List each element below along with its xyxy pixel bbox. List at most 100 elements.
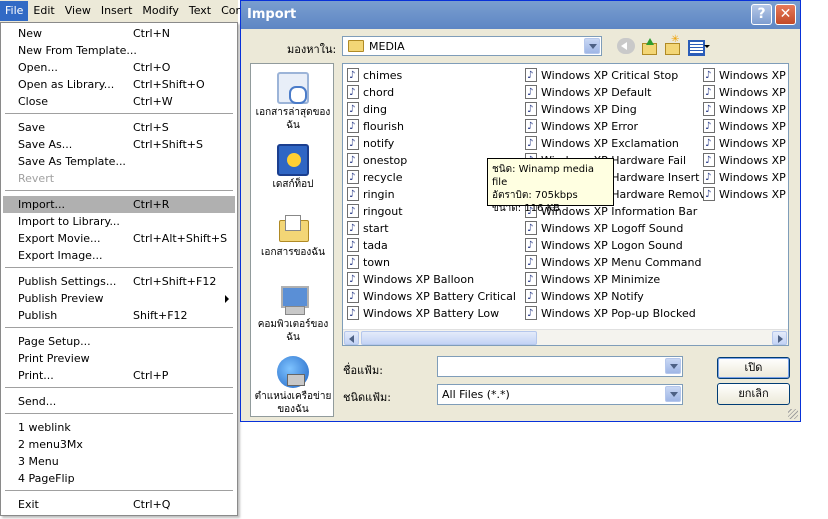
file-name: Windows XP Exclamation [541, 137, 679, 150]
tooltip-type: ชนิด: Winamp media file [492, 164, 594, 188]
file-name: notify [363, 137, 395, 150]
file-name: Windows XP Pri [719, 69, 788, 82]
menu-item-export-movie[interactable]: Export Movie... Ctrl+Alt+Shift+S [3, 230, 235, 247]
place-recent-documents[interactable]: เอกสารล่าสุดของฉัน [251, 72, 335, 132]
file-name: flourish [363, 120, 404, 133]
chevron-down-icon[interactable] [584, 38, 600, 54]
menu-item-shortcut: Ctrl+P [133, 369, 169, 382]
menu-item-label: Publish [18, 309, 58, 322]
audio-file-icon [347, 220, 359, 237]
menu-text[interactable]: Text [184, 1, 216, 21]
menu-separator [5, 267, 233, 268]
resize-grip-icon[interactable] [788, 409, 798, 419]
look-in-label: มองหาใน: [287, 43, 337, 56]
menu-item-shortcut: Shift+F12 [133, 309, 188, 322]
menu-item-exit[interactable]: Exit Ctrl+Q [3, 496, 235, 513]
scroll-left-icon[interactable] [344, 331, 359, 345]
menu-item-shortcut: Ctrl+Shift+S [133, 138, 203, 151]
open-button[interactable]: เปิด [717, 357, 790, 379]
menu-item-page-setup[interactable]: Page Setup... [3, 333, 235, 350]
menu-modify[interactable]: Modify [137, 1, 183, 21]
filetype-dropdown[interactable]: All Files (*.*) [437, 384, 683, 405]
menu-item-new-from-template[interactable]: New From Template... [3, 42, 235, 59]
menu-view[interactable]: View [60, 1, 96, 21]
audio-file-icon [703, 169, 715, 186]
menu-item-label: Import... [18, 198, 65, 211]
menu-item-export-image[interactable]: Export Image... [3, 247, 235, 264]
desktop-icon [277, 144, 309, 176]
scrollbar-thumb[interactable] [361, 331, 537, 345]
import-dialog: Import ? ✕ มองหาใน: MEDIA เอกสารล่าสุดขอ… [240, 0, 801, 422]
menu-item-label: Publish Settings... [18, 275, 117, 288]
menu-item-send[interactable]: Send... [3, 393, 235, 410]
menu-item-import[interactable]: Import... Ctrl+R [3, 196, 235, 213]
audio-file-icon [525, 118, 537, 135]
views-menu-icon[interactable] [687, 38, 711, 56]
menu-file[interactable]: File [0, 0, 29, 21]
file-name: chimes [363, 69, 403, 82]
menu-item-close[interactable]: Close Ctrl+W [3, 93, 235, 110]
cancel-button[interactable]: ยกเลิก [717, 383, 790, 405]
tooltip-size: ขนาด: 116 KB [492, 203, 561, 214]
menu-item-recent-3[interactable]: 3 Menu [3, 453, 235, 470]
audio-file-icon [347, 152, 359, 169]
menu-item-print-preview[interactable]: Print Preview [3, 350, 235, 367]
place-label: เอกสารล่าสุดของฉัน [255, 107, 331, 131]
file-name: onestop [363, 154, 408, 167]
audio-file-icon [525, 288, 537, 305]
menu-item-save-as-template[interactable]: Save As Template... [3, 153, 235, 170]
menu-item-label: Page Setup... [18, 335, 91, 348]
menu-item-publish-preview[interactable]: Publish Preview [3, 290, 235, 307]
look-in-value: MEDIA [369, 40, 405, 53]
file-name: Windows XP Ding [541, 103, 637, 116]
horizontal-scrollbar[interactable] [343, 329, 788, 345]
file-name: ringout [363, 205, 403, 218]
scroll-right-icon[interactable] [772, 331, 787, 345]
menu-edit[interactable]: Edit [28, 1, 59, 21]
menu-item-open-as-library[interactable]: Open as Library... Ctrl+Shift+O [3, 76, 235, 93]
audio-file-icon [703, 101, 715, 118]
audio-file-icon [525, 101, 537, 118]
close-button[interactable]: ✕ [775, 4, 796, 25]
menu-item-recent-4[interactable]: 4 PageFlip [3, 470, 235, 487]
menu-item-save[interactable]: Save Ctrl+S [3, 119, 235, 136]
up-folder-icon[interactable] [640, 38, 658, 55]
menu-item-recent-2[interactable]: 2 menu3Mx [3, 436, 235, 453]
place-desktop[interactable]: เดสก์ท็อป [251, 144, 335, 191]
my-computer-icon [277, 284, 309, 316]
menu-item-recent-1[interactable]: 1 weblink [3, 419, 235, 436]
audio-file-icon [525, 135, 537, 152]
audio-file-icon [703, 135, 715, 152]
file-name: Windows XP Logon Sound [541, 239, 683, 252]
filename-input[interactable] [437, 356, 683, 377]
chevron-down-icon[interactable] [665, 386, 681, 402]
menu-item-import-to-library[interactable]: Import to Library... [3, 213, 235, 230]
file-name: Windows XP Logoff Sound [541, 222, 684, 235]
audio-file-icon [347, 169, 359, 186]
audio-file-icon [347, 271, 359, 288]
menu-insert[interactable]: Insert [96, 1, 138, 21]
menu-item-print[interactable]: Print... Ctrl+P [3, 367, 235, 384]
back-icon[interactable] [617, 38, 635, 54]
dialog-title: Import [247, 7, 297, 22]
dialog-titlebar[interactable]: Import ? ✕ [241, 1, 800, 29]
place-network[interactable]: ตำแหน่งเครือข่ายของฉัน [251, 356, 335, 416]
menu-item-label: Exit [18, 498, 39, 511]
menu-item-publish[interactable]: Publish Shift+F12 [3, 307, 235, 324]
menu-item-revert: Revert [3, 170, 235, 187]
chevron-down-icon[interactable] [665, 358, 681, 374]
menu-item-label: Open as Library... [18, 78, 115, 91]
menu-item-publish-settings[interactable]: Publish Settings... Ctrl+Shift+F12 [3, 273, 235, 290]
look-in-dropdown[interactable]: MEDIA [342, 36, 602, 56]
menu-item-open[interactable]: Open... Ctrl+O [3, 59, 235, 76]
place-my-computer[interactable]: คอมพิวเตอร์ของฉัน [251, 284, 335, 344]
new-folder-icon[interactable] [663, 34, 681, 55]
menu-item-save-as[interactable]: Save As... Ctrl+Shift+S [3, 136, 235, 153]
audio-file-icon [703, 152, 715, 169]
menu-item-new[interactable]: New Ctrl+N [3, 25, 235, 42]
menu-item-label: Send... [18, 395, 57, 408]
place-label: ตำแหน่งเครือข่ายของฉัน [254, 391, 332, 415]
menu-item-label: Print Preview [18, 352, 90, 365]
place-my-documents[interactable]: เอกสารของฉัน [251, 212, 335, 259]
help-button[interactable]: ? [751, 4, 772, 25]
